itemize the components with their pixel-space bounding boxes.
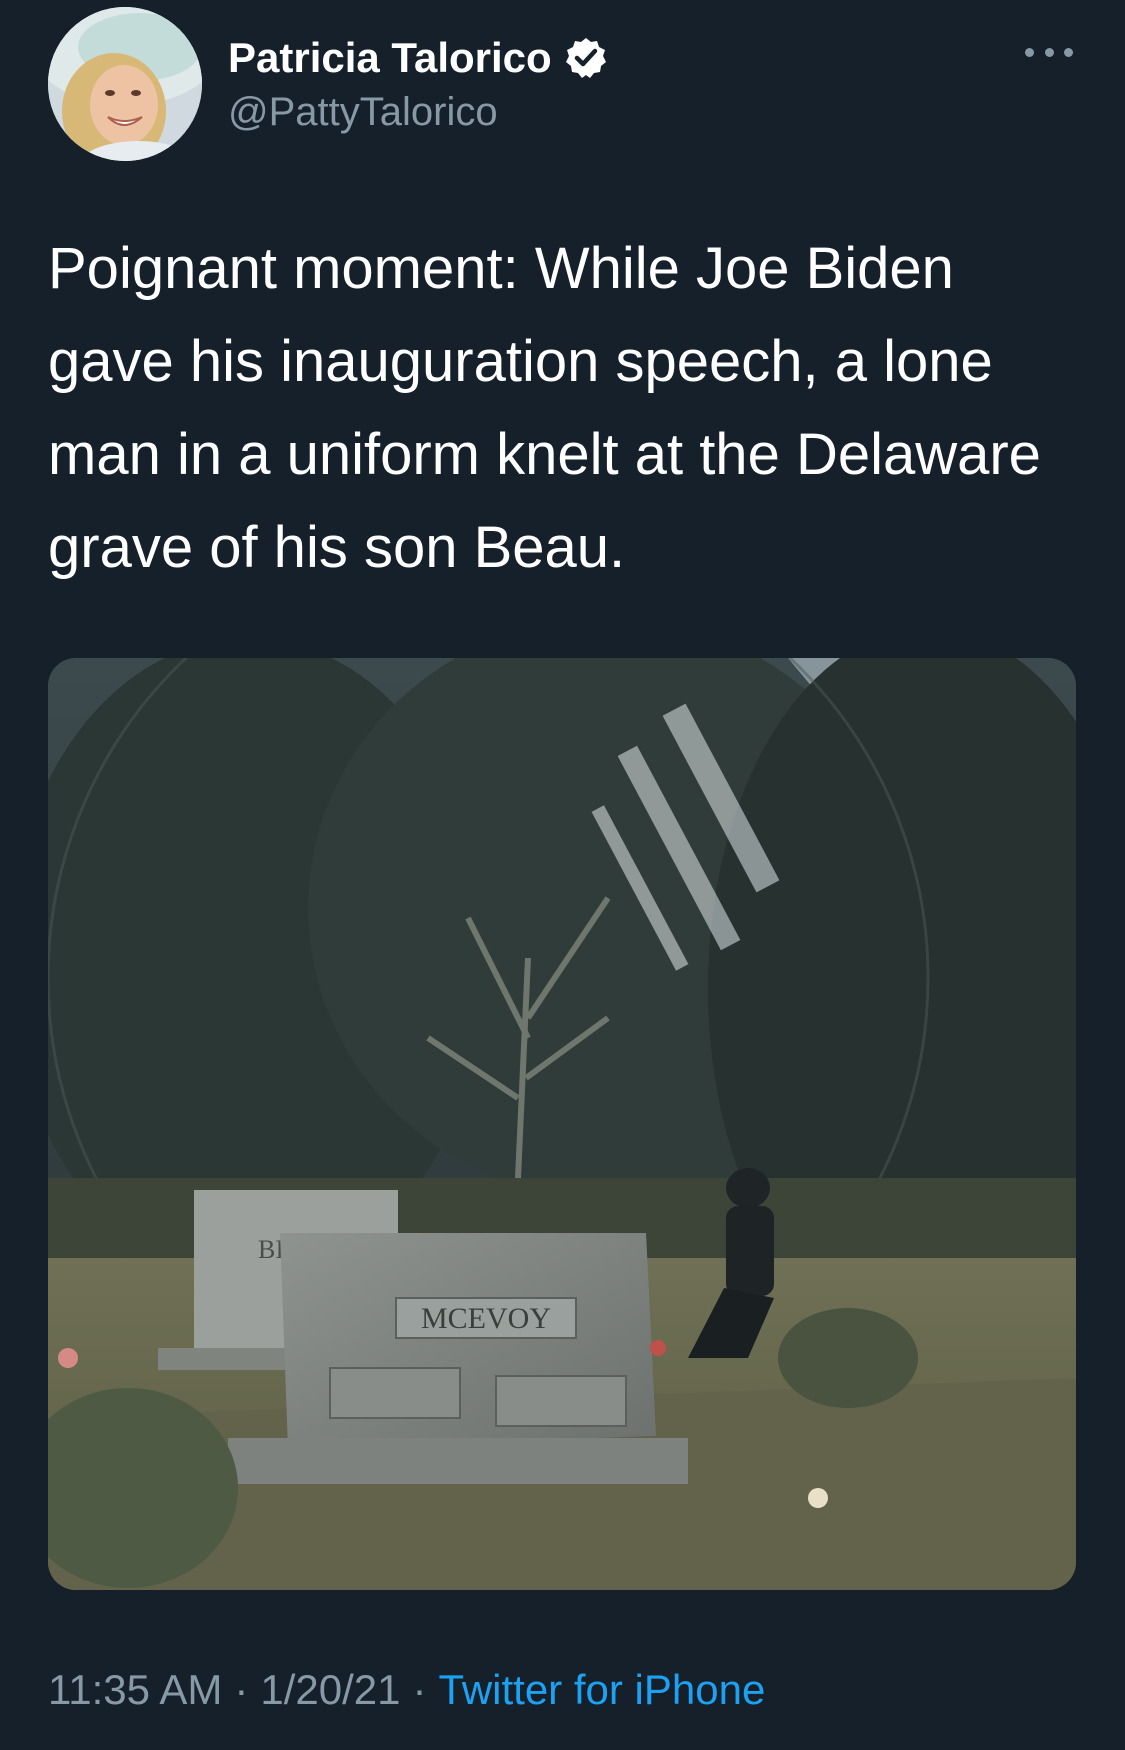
cemetery-photo: BI MCEVOY xyxy=(48,658,1076,1590)
tweet-photo[interactable]: BI MCEVOY xyxy=(48,658,1076,1590)
profile-photo xyxy=(48,7,202,161)
tweet-time[interactable]: 11:35 AM xyxy=(48,1666,222,1713)
dot-icon xyxy=(1025,47,1034,57)
tweet-text: Poignant moment: While Joe Biden gave hi… xyxy=(48,236,1041,580)
author-handle[interactable]: @PattyTalorico xyxy=(228,88,498,136)
author-name-row[interactable]: Patricia Talorico xyxy=(228,32,608,84)
dot-icon xyxy=(1064,47,1073,57)
meta-separator: · xyxy=(234,1666,249,1713)
tweet-source-link[interactable]: Twitter for iPhone xyxy=(438,1666,765,1713)
verified-badge-icon xyxy=(564,36,608,80)
more-options-icon[interactable] xyxy=(1025,40,1073,64)
tweet-card: Patricia Talorico @PattyTalorico Poignan… xyxy=(0,0,1125,1750)
meta-separator: · xyxy=(412,1666,427,1713)
headstone-name: MCEVOY xyxy=(421,1302,551,1335)
back-headstone-text: BI xyxy=(258,1235,284,1264)
author-name[interactable]: Patricia Talorico xyxy=(228,32,552,84)
tweet-date[interactable]: 1/20/21 xyxy=(260,1666,400,1713)
tweet-meta: 11:35 AM · 1/20/21 · Twitter for iPhone xyxy=(48,1662,765,1718)
dot-icon xyxy=(1044,47,1054,57)
avatar[interactable] xyxy=(48,7,202,161)
